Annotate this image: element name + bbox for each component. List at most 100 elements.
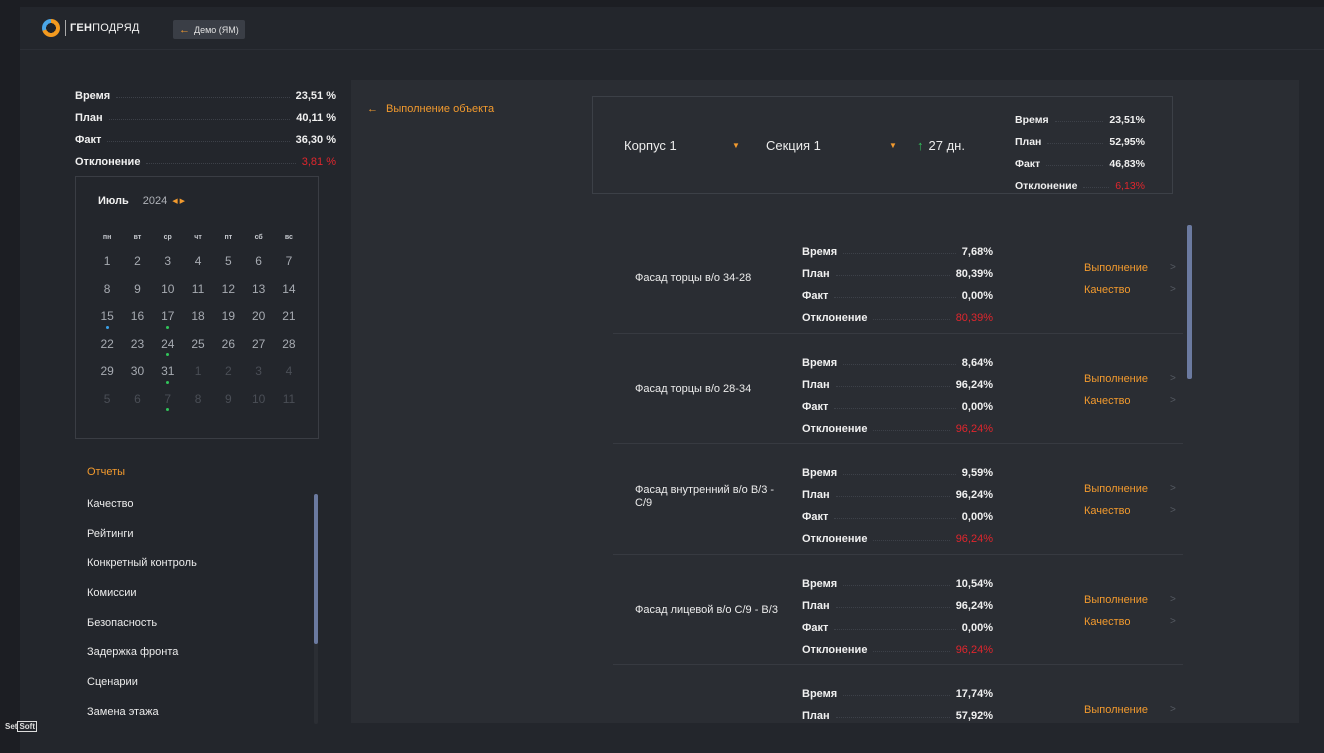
calendar-day[interactable]: 6 [122,392,152,420]
work-items-scrollbar[interactable] [1187,225,1192,721]
calendar-day[interactable]: 18 [183,309,213,337]
calendar-day[interactable]: 9 [213,392,243,420]
calendar-year[interactable]: 2024 [143,195,167,207]
calendar-day[interactable]: 22 [92,337,122,365]
stat-row: Факт 0,00% [802,612,993,634]
stat-label: Отклонение [802,533,868,545]
calendar-day[interactable]: 7 [274,254,304,282]
execution-link[interactable]: Выполнение [1084,483,1148,495]
calendar-day[interactable]: 30 [122,364,152,392]
execution-link[interactable]: Выполнение [1084,262,1148,274]
calendar-day[interactable]: 9 [122,282,152,310]
calendar-day[interactable]: 5 [92,392,122,420]
calendar-day[interactable]: 2 [122,254,152,282]
quality-link[interactable]: Качество [1084,616,1131,628]
calendar: Июль 2024 ◀▶ пн вт ср чт пт сб вс 1 2 3 4 5 6 7 8 9 10 11… [75,176,319,439]
calendar-day-number: 13 [251,281,266,296]
back-link[interactable]: ← Выполнение объекта [367,103,494,115]
demo-project-button[interactable]: ← Демо (ЯМ) [173,20,245,39]
reports-scrollbar[interactable] [314,494,318,724]
calendar-day-number: 18 [191,309,205,323]
reports-menu: Качество Рейтинги Конкретный контроль Комис… [87,489,312,727]
calendar-day[interactable]: 23 [122,337,152,365]
quality-link[interactable]: Качество [1084,395,1131,407]
chevron-right-icon[interactable]: > [1170,373,1176,384]
stat-label: Время [802,356,838,369]
calendar-month[interactable]: Июль [98,195,129,207]
calendar-day[interactable]: 1 [183,364,213,392]
chevron-right-icon[interactable]: > [1170,284,1176,295]
calendar-day[interactable]: 12 [213,282,243,310]
calendar-day[interactable]: 3 [153,254,183,282]
execution-link[interactable]: Выполнение [1084,373,1148,385]
stat-label: Отклонение [1015,180,1078,192]
stat-row: Факт 0,00% [802,280,993,302]
calendar-day[interactable]: 29 [92,364,122,392]
section-select[interactable]: Секция 1 ▼ [766,138,906,153]
chevron-right-icon[interactable]: > [1170,505,1176,516]
chevron-right-icon[interactable]: > [1170,483,1176,494]
stat-value: 0,00% [961,290,993,302]
prev-month-icon[interactable]: ◀ [172,198,179,205]
reports-menu-item[interactable]: Качество [87,489,312,519]
reports-menu-item[interactable]: Сценарии [87,667,312,697]
corpus-select[interactable]: Корпус 1 ▼ [624,138,744,153]
reports-menu-item[interactable]: Безопасность [87,608,312,638]
event-dot [166,408,170,411]
chevron-right-icon[interactable]: > [1170,616,1176,627]
calendar-day[interactable]: 11 [274,392,304,420]
calendar-day[interactable]: 4 [274,364,304,392]
calendar-day[interactable]: 24 [153,337,183,365]
calendar-day[interactable]: 16 [122,309,152,337]
calendar-day[interactable]: 14 [274,282,304,310]
stat-row: Время 9,59% [802,457,993,479]
stat-row: Отклонение 3,81 % [75,146,336,168]
calendar-day[interactable]: 2 [213,364,243,392]
chevron-right-icon[interactable]: > [1170,704,1176,715]
stat-row: Отклонение 96,24% [802,634,993,656]
quality-link[interactable]: Качество [1084,505,1131,517]
calendar-day[interactable]: 13 [243,282,273,310]
chevron-right-icon[interactable]: > [1170,395,1176,406]
calendar-day[interactable]: 11 [183,282,213,310]
calendar-day[interactable]: 20 [243,309,273,337]
calendar-day[interactable]: 21 [274,309,304,337]
quality-link[interactable]: Качество [1084,284,1131,296]
calendar-day[interactable]: 17 [153,309,183,337]
reports-menu-item[interactable]: Задержка фронта [87,637,312,667]
calendar-day[interactable]: 15 [92,309,122,337]
chevron-right-icon[interactable]: > [1170,594,1176,605]
execution-link[interactable]: Выполнение [1084,594,1148,606]
stat-row: Время 23,51 % [75,80,336,102]
calendar-day[interactable]: 8 [183,392,213,420]
scrollbar-thumb[interactable] [1187,225,1192,379]
calendar-day[interactable]: 5 [213,254,243,282]
calendar-day[interactable]: 4 [183,254,213,282]
calendar-day[interactable]: 25 [183,337,213,365]
calendar-day[interactable]: 8 [92,282,122,310]
next-month-icon[interactable]: ▶ [180,198,187,205]
reports-menu-item[interactable]: Замена этажа [87,697,312,727]
calendar-day[interactable]: 28 [274,337,304,365]
execution-link[interactable]: Выполнение [1084,704,1148,716]
chevron-right-icon[interactable]: > [1170,262,1176,273]
calendar-day[interactable]: 19 [213,309,243,337]
calendar-day[interactable]: 6 [243,254,273,282]
calendar-day[interactable]: 1 [92,254,122,282]
logo-text-light: ПОДРЯД [92,22,140,34]
calendar-day[interactable]: 31 [153,364,183,392]
calendar-day-number: 11 [282,391,296,406]
calendar-day-number: 6 [255,254,262,268]
stat-label: Факт [75,134,102,146]
calendar-day[interactable]: 10 [153,282,183,310]
reports-menu-item[interactable]: Конкретный контроль [87,548,312,578]
work-item-row: Фасад торцы в/о 28-34 Время 8,64% План 96,24… [613,334,1183,444]
calendar-day[interactable]: 3 [243,364,273,392]
calendar-day[interactable]: 26 [213,337,243,365]
scrollbar-thumb[interactable] [314,494,318,644]
calendar-day[interactable]: 10 [243,392,273,420]
calendar-day[interactable]: 7 [153,392,183,420]
reports-menu-item[interactable]: Комиссии [87,578,312,608]
calendar-day[interactable]: 27 [243,337,273,365]
reports-menu-item[interactable]: Рейтинги [87,519,312,549]
